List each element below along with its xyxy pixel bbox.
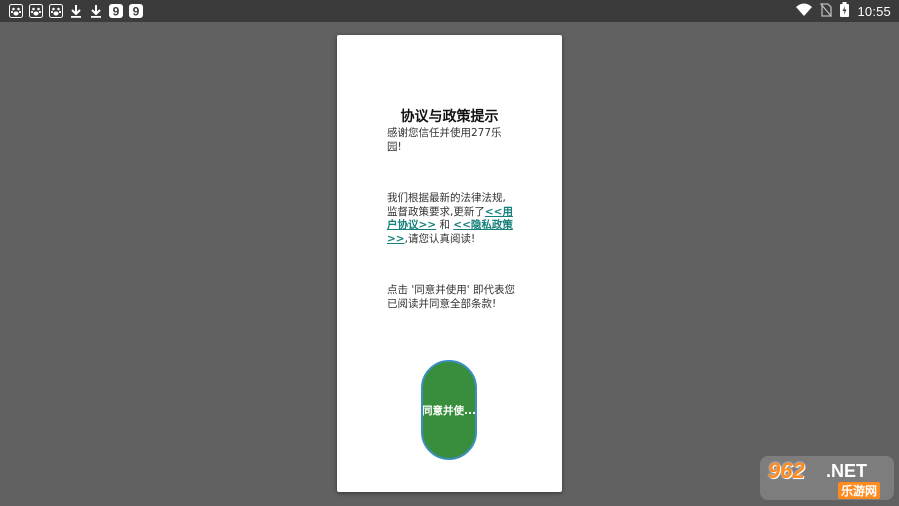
privacy-dialog: 协议与政策提示 感谢您信任并使用277乐园! 我们根据最新的法律法规,监督政策要… xyxy=(337,35,562,492)
watermark-subtitle: 乐游网 xyxy=(838,482,881,499)
read-carefully-text: ,请您认真阅读! xyxy=(404,232,476,245)
system-status: 10:55 xyxy=(796,2,891,21)
notification-icons: 9 9 xyxy=(8,3,143,18)
nine-app-icon: 9 xyxy=(108,3,123,18)
svg-text:9: 9 xyxy=(132,4,139,18)
dialog-title: 协议与政策提示 xyxy=(400,109,499,125)
consent-text: 点击 '同意并使用' 即代表您已阅读并同意全部条款! xyxy=(387,284,515,310)
download-icon xyxy=(88,3,103,18)
status-bar: 9 9 10:55 xyxy=(0,0,899,22)
baidu-icon xyxy=(8,3,23,18)
policy-update-text: 我们根据最新的法律法规,监督政策要求,更新了<<用户协议>> 和 <<隐私政策>… xyxy=(387,192,515,246)
battery-charging-icon xyxy=(840,2,850,21)
conjunction-text: 和 xyxy=(436,219,454,231)
site-watermark: 962 .NET 乐游网 xyxy=(760,456,894,500)
nine-app-icon: 9 xyxy=(128,3,143,18)
watermark-suffix: .NET xyxy=(826,461,868,481)
watermark-number: 962 xyxy=(768,458,805,483)
wifi-icon xyxy=(796,3,813,20)
clock: 10:55 xyxy=(857,4,891,19)
download-icon xyxy=(68,3,83,18)
agree-and-use-button[interactable]: 同意并使... xyxy=(421,360,477,460)
svg-text:9: 9 xyxy=(112,4,119,18)
thanks-text: 感谢您信任并使用277乐园! xyxy=(387,127,502,153)
baidu-icon xyxy=(48,3,63,18)
no-sim-icon xyxy=(820,2,833,21)
baidu-icon xyxy=(28,3,43,18)
